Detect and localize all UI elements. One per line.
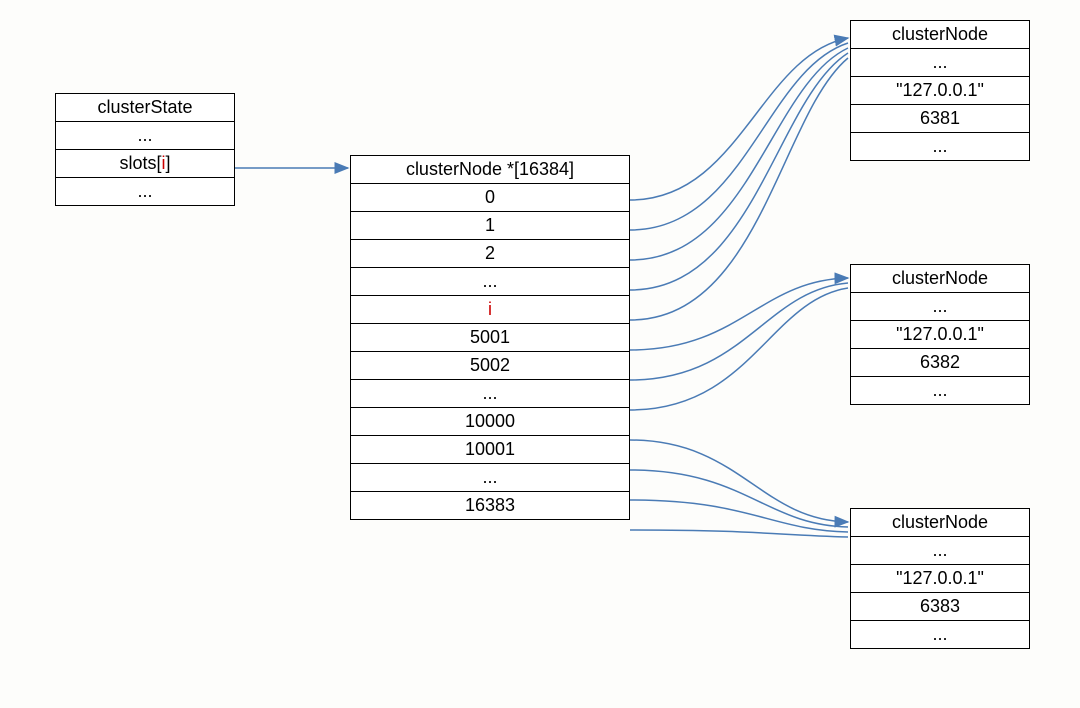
slot-row: ...	[350, 379, 630, 407]
cluster-state-slots: slots[i]	[55, 149, 235, 177]
cluster-node-title: clusterNode	[850, 264, 1030, 292]
cluster-node-box-2: clusterNode ... "127.0.0.1" 6382 ...	[850, 264, 1030, 405]
slot-array-box: clusterNode *[16384] 0 1 2 ... i 5001 50…	[350, 155, 630, 520]
cluster-node-title: clusterNode	[850, 20, 1030, 48]
slot-row: 5002	[350, 351, 630, 379]
cluster-node-row: ...	[850, 132, 1030, 161]
slot-array-title: clusterNode *[16384]	[350, 155, 630, 183]
cluster-node-box-3: clusterNode ... "127.0.0.1" 6383 ...	[850, 508, 1030, 649]
slot-row: 16383	[350, 491, 630, 520]
cluster-node-ip: "127.0.0.1"	[850, 564, 1030, 592]
slot-row: ...	[350, 267, 630, 295]
cluster-node-row: ...	[850, 376, 1030, 405]
cluster-state-row: ...	[55, 121, 235, 149]
slot-row: ...	[350, 463, 630, 491]
slot-row: 5001	[350, 323, 630, 351]
cluster-node-row: ...	[850, 292, 1030, 320]
cluster-node-row: ...	[850, 536, 1030, 564]
cluster-state-box: clusterState ... slots[i] ...	[55, 93, 235, 206]
cluster-node-ip: "127.0.0.1"	[850, 320, 1030, 348]
cluster-node-port: 6382	[850, 348, 1030, 376]
cluster-node-row: ...	[850, 620, 1030, 649]
cluster-node-port: 6381	[850, 104, 1030, 132]
cluster-node-row: ...	[850, 48, 1030, 76]
cluster-state-row: ...	[55, 177, 235, 206]
cluster-node-box-1: clusterNode ... "127.0.0.1" 6381 ...	[850, 20, 1030, 161]
cluster-node-title: clusterNode	[850, 508, 1030, 536]
cluster-state-title: clusterState	[55, 93, 235, 121]
slot-row: 2	[350, 239, 630, 267]
cluster-node-ip: "127.0.0.1"	[850, 76, 1030, 104]
slot-row-i: i	[350, 295, 630, 323]
slot-row: 1	[350, 211, 630, 239]
slots-suffix: ]	[166, 153, 171, 173]
slot-row: 10001	[350, 435, 630, 463]
slot-row: 0	[350, 183, 630, 211]
cluster-node-port: 6383	[850, 592, 1030, 620]
slots-prefix: slots[	[119, 153, 161, 173]
slot-row: 10000	[350, 407, 630, 435]
